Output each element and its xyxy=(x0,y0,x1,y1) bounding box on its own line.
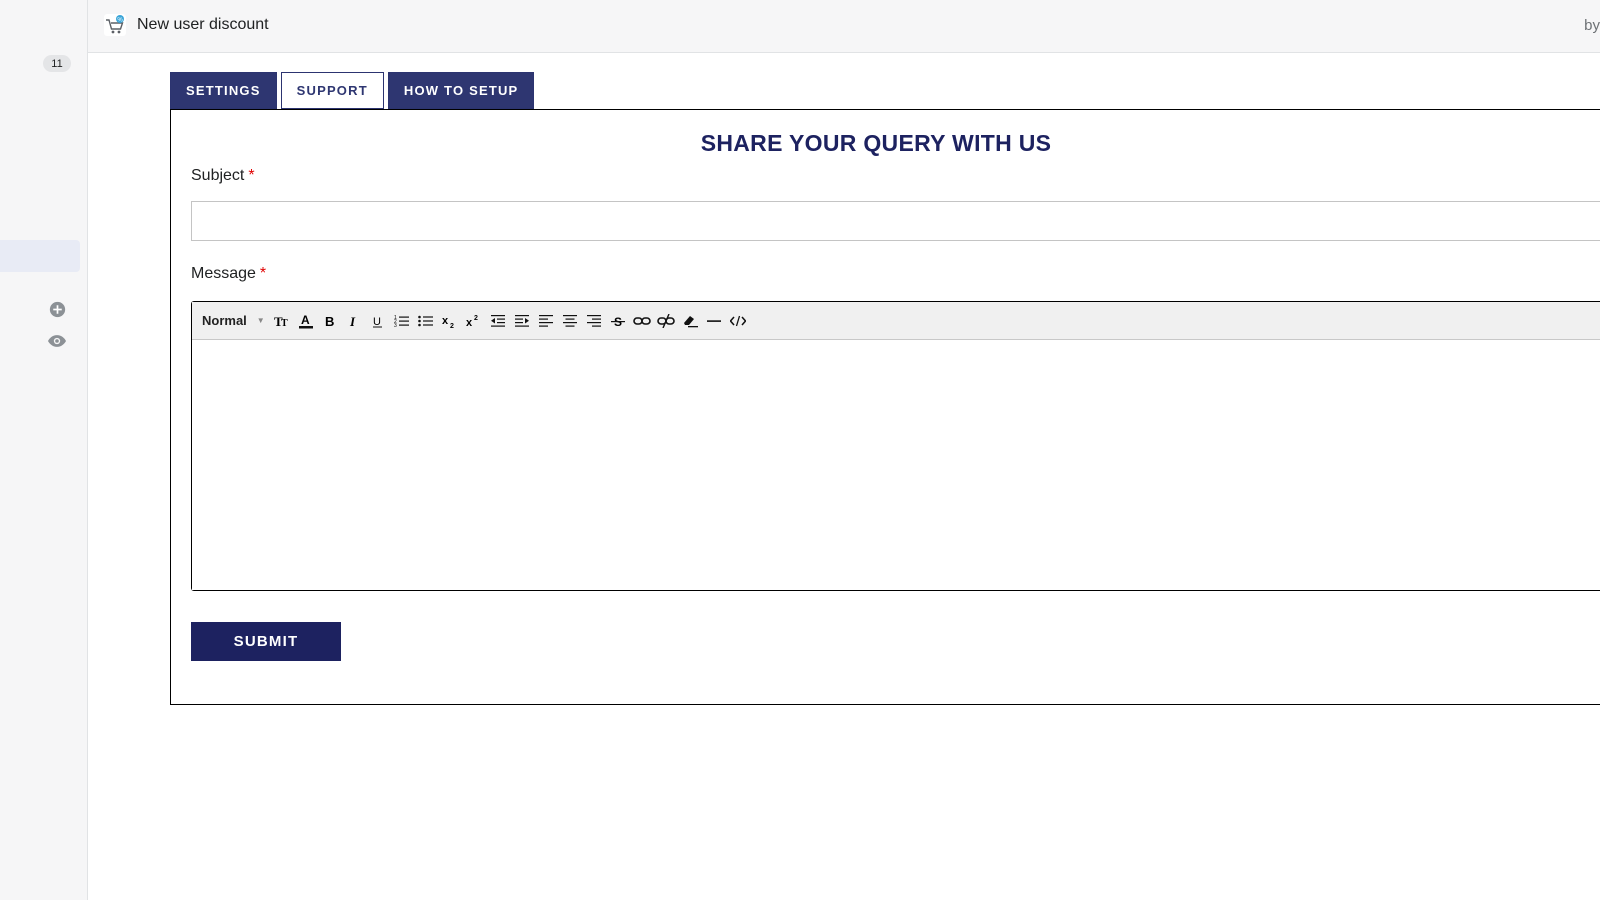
superscript-icon[interactable]: x2 xyxy=(462,309,486,333)
format-select[interactable]: Normal ▼ xyxy=(202,313,270,328)
svg-text:2: 2 xyxy=(474,315,478,322)
count-badge: 11 xyxy=(43,55,71,72)
svg-text:U: U xyxy=(373,316,381,328)
submit-button[interactable]: SUBMIT xyxy=(191,622,341,661)
message-label: Message * xyxy=(191,265,266,283)
app-title: New user discount xyxy=(137,16,269,33)
ordered-list-icon[interactable]: 123 xyxy=(390,309,414,333)
message-textarea[interactable] xyxy=(192,340,1600,590)
svg-text:x: x xyxy=(466,317,473,328)
add-circle-icon[interactable] xyxy=(48,300,66,318)
align-center-icon[interactable] xyxy=(558,309,582,333)
subscript-icon[interactable]: x2 xyxy=(438,309,462,333)
strikethrough-icon[interactable]: S xyxy=(606,309,630,333)
align-right-icon[interactable] xyxy=(582,309,606,333)
form-title: SHARE YOUR QUERY WITH US xyxy=(700,130,1052,156)
link-icon[interactable] xyxy=(630,309,654,333)
tab-bar: SETTINGS SUPPORT HOW TO SETUP xyxy=(170,72,535,109)
app-header: % New user discount by xyxy=(88,0,1600,53)
message-label-text: Message xyxy=(191,265,256,282)
bullet-list-icon[interactable] xyxy=(414,309,438,333)
caret-down-icon: ▼ xyxy=(256,316,265,325)
required-mark: * xyxy=(259,265,267,282)
code-view-icon[interactable] xyxy=(726,309,750,333)
unlink-icon[interactable] xyxy=(654,309,678,333)
horizontal-rule-icon[interactable] xyxy=(702,309,726,333)
tab-how-to-setup[interactable]: HOW TO SETUP xyxy=(387,72,535,109)
svg-text:3: 3 xyxy=(394,323,397,328)
support-panel: SHARE YOUR QUERY WITH US Subject * Messag… xyxy=(170,109,1600,705)
align-left-icon[interactable] xyxy=(534,309,558,333)
svg-text:T: T xyxy=(281,318,288,328)
subject-input[interactable] xyxy=(191,201,1600,241)
svg-text:A: A xyxy=(301,313,310,327)
cart-icon: % xyxy=(104,14,126,36)
format-select-value: Normal xyxy=(202,313,247,328)
clear-format-icon[interactable] xyxy=(678,309,702,333)
outdent-icon[interactable] xyxy=(486,309,510,333)
tab-settings[interactable]: SETTINGS xyxy=(170,72,277,109)
bold-icon[interactable]: B xyxy=(318,309,342,333)
subject-label: Subject * xyxy=(191,167,255,185)
svg-text:I: I xyxy=(349,314,356,328)
tab-support[interactable]: SUPPORT xyxy=(280,72,384,109)
sidebar-item-active[interactable] xyxy=(0,240,80,272)
indent-icon[interactable] xyxy=(510,309,534,333)
underline-icon[interactable]: U xyxy=(366,309,390,333)
svg-text:2: 2 xyxy=(450,323,454,328)
svg-text:x: x xyxy=(442,315,449,327)
text-color-icon[interactable]: A xyxy=(294,309,318,333)
text-size-icon[interactable]: TT xyxy=(270,309,294,333)
svg-text:%: % xyxy=(117,18,123,24)
subject-label-text: Subject xyxy=(191,167,245,184)
editor-toolbar: Normal ▼ TT A B I U 123 x2 x2 S xyxy=(192,302,1600,340)
sidebar: 11 xyxy=(0,0,88,900)
italic-icon[interactable]: I xyxy=(342,309,366,333)
developer-credit[interactable]: by xyxy=(1584,17,1600,34)
eye-icon[interactable] xyxy=(48,332,66,350)
message-editor: Normal ▼ TT A B I U 123 x2 x2 S xyxy=(191,301,1600,591)
required-mark: * xyxy=(248,167,255,184)
svg-text:B: B xyxy=(325,314,334,328)
